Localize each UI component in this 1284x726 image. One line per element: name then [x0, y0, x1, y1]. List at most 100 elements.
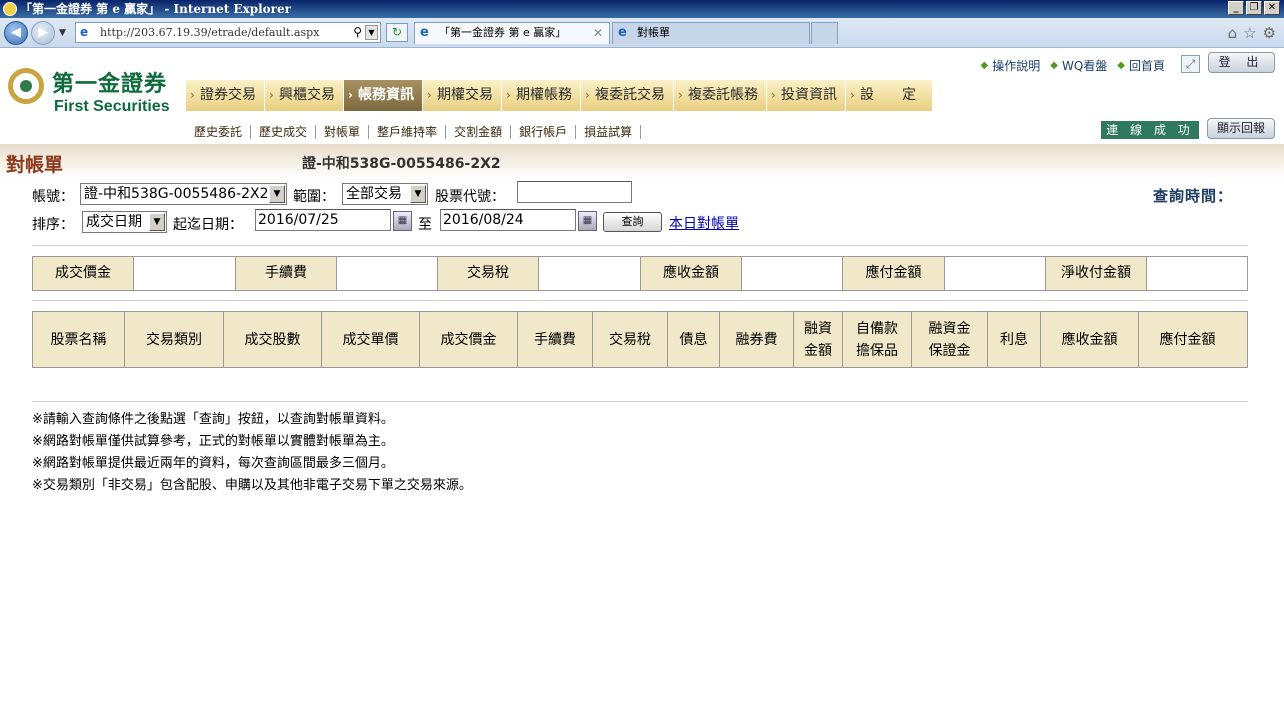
menu-futures-trading[interactable]: 期權交易: [423, 80, 502, 111]
date-range-label: 起迄日期：: [173, 217, 243, 233]
calendar-icon[interactable]: ▦: [578, 211, 597, 231]
query-time-label: 查詢時間：: [1153, 187, 1234, 205]
chevron-down-icon[interactable]: ▼: [269, 185, 285, 203]
end-date-input[interactable]: 2016/08/24: [440, 209, 576, 231]
tab-statement[interactable]: e 對帳單: [612, 22, 810, 44]
note-line: ※請輸入查詢條件之後點選「查詢」按鈕，以查詢對帳單資料。: [32, 412, 394, 427]
calendar-icon[interactable]: ▦: [393, 211, 412, 231]
account-label: 帳號：: [32, 189, 74, 205]
divider: [32, 300, 1248, 301]
browser-navbar: ◀ ▶ ▼ e http://203.67.19.39/etrade/defau…: [0, 18, 1284, 48]
column-header-text: 股票名稱: [51, 329, 107, 351]
summary-value: [134, 257, 236, 290]
to-label: 至: [418, 217, 432, 233]
submenu-order-history[interactable]: 歷史委託: [186, 124, 252, 139]
favorites-star-icon[interactable]: ☆: [1243, 24, 1256, 42]
history-dropdown-icon[interactable]: ▼: [59, 28, 66, 38]
column-header-text: 手續費: [534, 329, 576, 351]
link-help[interactable]: ◆ 操作說明: [981, 57, 1041, 74]
submenu-trade-history[interactable]: 歷史成交: [251, 124, 317, 139]
range-select[interactable]: 全部交易 ▼: [342, 183, 428, 205]
show-report-button[interactable]: 顯示回報: [1207, 118, 1275, 139]
column-header-text: 融資金 保證金: [929, 318, 971, 362]
address-bar[interactable]: e http://203.67.19.39/etrade/default.asp…: [75, 22, 381, 43]
column-header-line: 利息: [1000, 331, 1028, 348]
new-tab-button[interactable]: [811, 22, 838, 44]
link-help-label: 操作說明: [992, 59, 1041, 73]
note-line: ※網路對帳單提供最近兩年的資料，每次查詢區間最多三個月。: [32, 456, 394, 471]
query-button[interactable]: 查詢: [603, 212, 662, 232]
submenu-maintenance-ratio[interactable]: 整戶維持率: [369, 124, 447, 139]
browser-toolbar-icons: ⌂ ☆ ⚙: [1228, 24, 1276, 42]
column-header-line: 保證金: [928, 342, 971, 359]
summary-header: 成交價金: [33, 257, 134, 290]
window-controls: _ ❐ ✕: [1228, 1, 1280, 15]
column-header: 融資金 保證金: [912, 312, 988, 367]
menu-settings[interactable]: 設 定: [846, 80, 933, 111]
account-heading: 證-中和538G-0055486-2X2: [302, 156, 501, 172]
tools-gear-icon[interactable]: ⚙: [1263, 24, 1276, 42]
sort-select-value: 成交日期: [86, 214, 142, 230]
summary-value: [742, 257, 843, 290]
menu-investment-info[interactable]: 投資資訊: [767, 80, 846, 111]
column-header: 債息: [668, 312, 720, 367]
stock-code-label: 股票代號：: [435, 189, 505, 205]
tab-first-securities[interactable]: e 「第一金證券 第 e 贏家」 ✕: [414, 22, 610, 44]
sort-label: 排序：: [32, 217, 74, 233]
link-home[interactable]: ◆ 回首頁: [1117, 57, 1165, 74]
summary-value: [945, 257, 1046, 290]
start-date-input[interactable]: 2016/07/25: [255, 209, 391, 231]
submenu-statement[interactable]: 對帳單: [316, 124, 370, 139]
menu-emerging-trading[interactable]: 興櫃交易: [265, 80, 344, 111]
column-header-text: 交易稅: [609, 329, 651, 351]
column-header: 交易稅: [593, 312, 668, 367]
menu-securities-trading[interactable]: 證券交易: [186, 80, 265, 111]
divider: [32, 401, 1248, 402]
summary-value: [539, 257, 641, 290]
summary-value: [337, 257, 438, 290]
menu-account-info[interactable]: 帳務資訊: [344, 80, 423, 111]
note-line: ※交易類別「非交易」包含配股、申購以及其他非電子交易下單之交易來源。: [32, 478, 472, 493]
forward-button[interactable]: ▶: [31, 21, 55, 45]
chevron-down-icon[interactable]: ▼: [410, 185, 426, 203]
submenu-settlement-amount[interactable]: 交割金額: [446, 124, 512, 139]
column-header: 手續費: [518, 312, 593, 367]
address-dropdown-icon[interactable]: ▼: [365, 25, 378, 40]
home-icon[interactable]: ⌂: [1228, 24, 1238, 42]
today-statement-link[interactable]: 本日對帳單: [669, 213, 739, 233]
address-url[interactable]: http://203.67.19.39/etrade/default.aspx: [100, 26, 319, 39]
menu-subbrokerage-account[interactable]: 複委託帳務: [674, 80, 767, 111]
column-header: 應付金額: [1139, 312, 1236, 367]
fullscreen-icon[interactable]: ⤢: [1181, 55, 1200, 73]
chevron-down-icon[interactable]: ▼: [149, 213, 165, 231]
column-header-line: 融資: [804, 320, 832, 337]
column-header-text: 利息: [1000, 329, 1028, 351]
stock-code-input[interactable]: [517, 181, 632, 203]
link-home-label: 回首頁: [1128, 59, 1165, 73]
submenu-bank-account[interactable]: 銀行帳戶: [511, 124, 577, 139]
tab-close-icon[interactable]: ✕: [593, 23, 603, 43]
diamond-icon: ◆: [1117, 60, 1125, 71]
column-header-text: 債息: [680, 329, 708, 351]
search-icon[interactable]: ⚲: [353, 25, 362, 39]
minimize-button[interactable]: _: [1228, 1, 1244, 15]
account-select[interactable]: 證-中和538G-0055486-2X2 ▼: [80, 183, 287, 205]
first-securities-logo[interactable]: 第一金證券 First Securities: [8, 66, 178, 122]
window-title: 「第一金證券 第 e 贏家」 - Internet Explorer: [20, 2, 291, 16]
menu-subbrokerage-trading[interactable]: 複委託交易: [581, 80, 674, 111]
back-button[interactable]: ◀: [4, 21, 28, 45]
submenu-pnl-calc[interactable]: 損益試算: [576, 124, 642, 139]
close-window-button[interactable]: ✕: [1264, 1, 1280, 15]
main-menu: 證券交易 興櫃交易 帳務資訊 期權交易 期權帳務 複委託交易 複委託帳務 投資資…: [186, 80, 933, 111]
column-header-text: 交易類別: [146, 329, 202, 351]
compat-refresh-button[interactable]: ↻: [386, 23, 408, 42]
restore-button[interactable]: ❐: [1246, 1, 1262, 15]
logout-button[interactable]: 登 出: [1208, 52, 1275, 73]
divider: [32, 245, 1248, 246]
sort-select[interactable]: 成交日期 ▼: [82, 211, 167, 233]
ie-tab-icon: e: [420, 25, 429, 40]
column-header-line: 應收金額: [1061, 331, 1118, 348]
tab-label: 「第一金證券 第 e 贏家」: [439, 26, 567, 39]
link-wq-quotes[interactable]: ◆ WQ看盤: [1050, 57, 1107, 74]
menu-futures-account[interactable]: 期權帳務: [502, 80, 581, 111]
